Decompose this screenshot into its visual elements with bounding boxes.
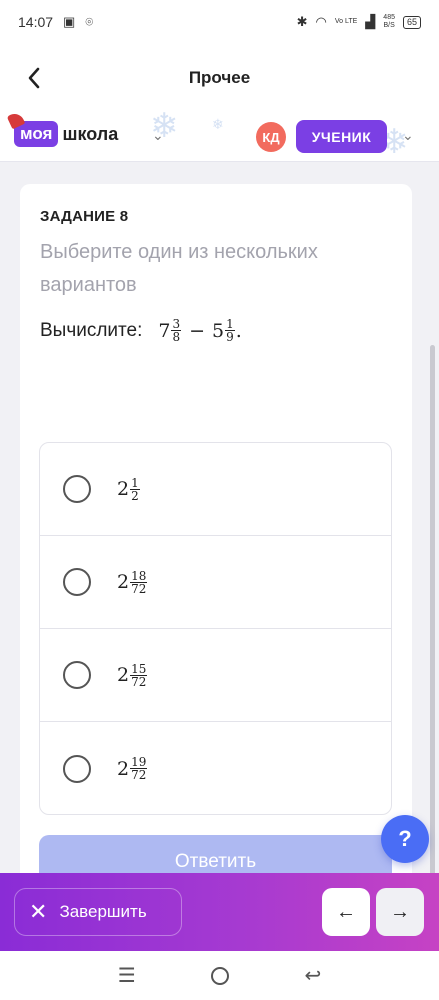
- option-whole: 2: [117, 571, 130, 593]
- status-bar: 14:07 ▣ ⌾ ✱ ◠ Vo LTE ▟ 485 B/S 65: [0, 0, 439, 44]
- option-num: 15: [130, 661, 148, 676]
- chevron-down-icon[interactable]: ⌄: [152, 127, 164, 144]
- radio-button[interactable]: [63, 475, 91, 503]
- answer-options: 2 1 2 2 18 72 2 15 72 2 19 72: [39, 442, 392, 815]
- option-num: 18: [130, 568, 148, 583]
- answer-option-4[interactable]: 2 19 72: [40, 722, 391, 814]
- radio-button[interactable]: [63, 661, 91, 689]
- expr-a-fraction: 3 8: [171, 318, 182, 344]
- expr-end: .: [235, 319, 242, 342]
- logo-moya-text: моя: [20, 124, 53, 143]
- option-whole: 2: [117, 478, 130, 500]
- option-fraction: 15 72: [130, 661, 148, 689]
- volte-label: Vo LTE: [334, 18, 358, 25]
- radio-button[interactable]: [63, 568, 91, 596]
- chevron-down-icon[interactable]: ⌄: [402, 127, 414, 144]
- page-title: Прочее: [188, 68, 251, 87]
- logo-moya: моя: [6, 112, 59, 147]
- expr-a-den: 8: [172, 330, 181, 344]
- arrow-right-icon: →: [390, 900, 410, 923]
- screen-record-icon: ⌾: [85, 14, 94, 29]
- status-time: 14:07: [18, 14, 54, 30]
- next-button[interactable]: →: [376, 888, 424, 936]
- brand-bar: ❄ ❄ ❄ моя школа ⌄ КД УЧЕНИК ⌄: [0, 112, 439, 162]
- task-label: ЗАДАНИЕ 8: [40, 208, 129, 225]
- option-value: 2 19 72: [117, 756, 148, 781]
- previous-button[interactable]: ←: [322, 888, 370, 936]
- role-button[interactable]: УЧЕНИК: [296, 120, 387, 153]
- option-den: 2: [131, 488, 139, 503]
- answer-option-1[interactable]: 2 1 2: [40, 443, 391, 536]
- network-speed: 485 B/S: [383, 14, 395, 30]
- close-icon: ✕: [29, 899, 48, 924]
- back-button[interactable]: [18, 62, 50, 94]
- battery-icon: 65: [402, 15, 421, 29]
- radio-button[interactable]: [63, 754, 91, 783]
- chevron-left-icon: [28, 67, 40, 89]
- back-nav-icon[interactable]: ↩: [304, 963, 321, 988]
- speed-value: 485: [383, 14, 395, 21]
- help-button[interactable]: ?: [381, 815, 429, 863]
- option-value: 2 1 2: [117, 477, 141, 502]
- brand-logo[interactable]: моя школа: [6, 112, 119, 147]
- answer-option-2[interactable]: 2 18 72: [40, 536, 391, 629]
- option-value: 2 18 72: [117, 570, 148, 595]
- option-fraction: 1 2: [130, 477, 140, 502]
- task-instruction: Выберите один из нескольких вариантов: [40, 241, 318, 296]
- speed-unit: B/S: [383, 22, 395, 29]
- menu-icon[interactable]: ☰: [118, 963, 136, 988]
- option-den: 72: [131, 581, 147, 596]
- option-whole: 2: [117, 664, 130, 686]
- snowflake-icon: ❄: [212, 116, 224, 132]
- finish-button[interactable]: ✕ Завершить: [14, 888, 182, 936]
- answer-option-3[interactable]: 2 15 72: [40, 629, 391, 722]
- arrow-left-icon: ←: [336, 900, 356, 923]
- bottom-action-bar: ✕ Завершить ← →: [0, 873, 439, 951]
- expr-b-den: 9: [226, 330, 234, 344]
- finish-label: Завершить: [59, 902, 147, 921]
- wifi-icon: ◠: [315, 14, 327, 29]
- logo-shkola: школа: [62, 123, 119, 144]
- question-expression: 7 3 8 − 5 1 9 .: [158, 318, 241, 343]
- notification-icon: ▣: [63, 14, 76, 29]
- question-label: Вычислите:: [40, 319, 143, 341]
- option-value: 2 15 72: [117, 663, 148, 688]
- home-icon[interactable]: [211, 966, 230, 985]
- question: Вычислите: 7 3 8 − 5 1 9 .: [40, 318, 242, 343]
- option-whole: 2: [117, 757, 130, 780]
- expr-b-fraction: 1 9: [225, 318, 235, 343]
- option-den: 72: [131, 674, 147, 689]
- task-card: ЗАДАНИЕ 8 Выберите один из нескольких ва…: [20, 184, 412, 904]
- expr-a-whole: 7: [158, 319, 171, 342]
- signal-icon: ▟: [365, 14, 376, 29]
- app-header: Прочее: [0, 44, 439, 112]
- option-den: 72: [131, 768, 147, 782]
- bluetooth-icon: ✱: [296, 14, 308, 29]
- expr-operator: −: [189, 319, 206, 342]
- option-fraction: 18 72: [130, 568, 148, 596]
- option-fraction: 19 72: [130, 756, 148, 782]
- expr-b-whole: 5: [212, 319, 225, 342]
- avatar[interactable]: КД: [256, 122, 286, 152]
- scrollbar[interactable]: [430, 345, 435, 885]
- system-navigation-bar: ☰ ↩: [0, 951, 439, 1000]
- option-num: 1: [130, 475, 140, 490]
